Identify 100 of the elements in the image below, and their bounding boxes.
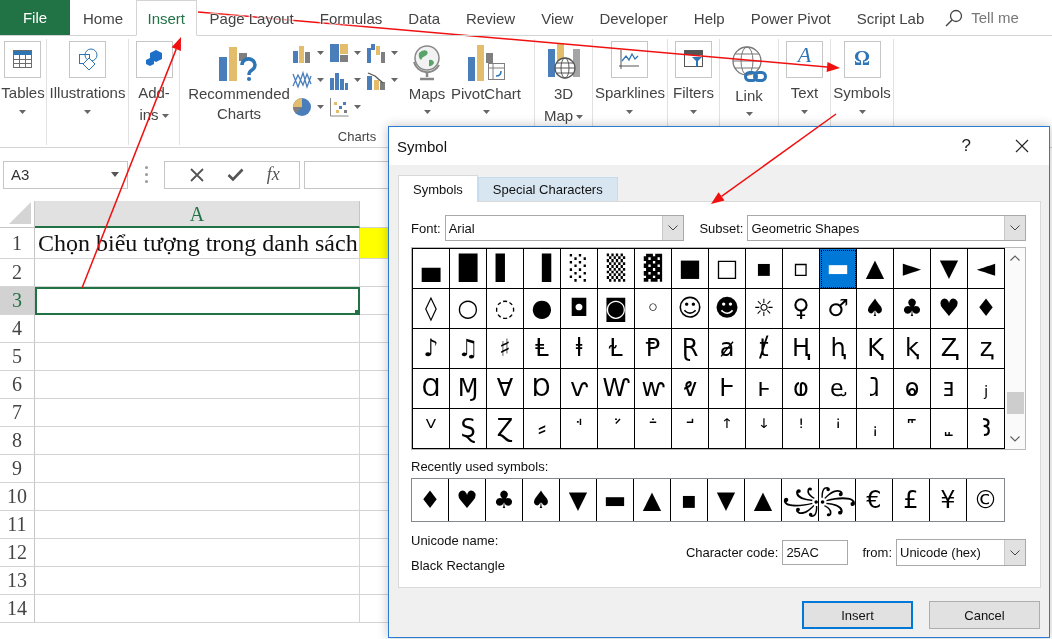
- row-header[interactable]: 7: [0, 399, 35, 427]
- symbol-cell[interactable]: ⱬ: [968, 329, 1005, 369]
- symbol-cell[interactable]: ▲: [634, 479, 671, 521]
- symbol-cell[interactable]: ⱡ: [561, 329, 598, 369]
- symbol-cell[interactable]: ░: [561, 249, 598, 289]
- symbol-cell[interactable]: ⱳ: [635, 369, 672, 409]
- symbol-cell[interactable]: ꜛ: [709, 409, 746, 449]
- symbol-cell[interactable]: ▲: [857, 249, 894, 289]
- file-tab[interactable]: File: [0, 0, 70, 35]
- symbol-cell[interactable]: ꜙ: [635, 409, 672, 449]
- symbol-cell[interactable]: ©: [967, 479, 1004, 521]
- more-icon[interactable]: [145, 166, 148, 183]
- symbol-cell[interactable]: ▌: [487, 249, 524, 289]
- symbol-cell[interactable]: Ɀ: [487, 409, 524, 449]
- ribbon-tab[interactable]: Developer: [586, 0, 681, 36]
- symbol-cell[interactable]: Ⱡ: [524, 329, 561, 369]
- symbol-cell[interactable]: ▪: [671, 479, 708, 521]
- symbol-cell[interactable]: ♠: [523, 479, 560, 521]
- symbol-cell[interactable]: ◘: [561, 289, 598, 329]
- symbol-cell[interactable]: Ⱪ: [857, 329, 894, 369]
- row-header[interactable]: 9: [0, 455, 35, 483]
- search-field[interactable]: Tell me: [971, 9, 1028, 26]
- symbol-cell[interactable]: ⱴ: [672, 369, 709, 409]
- ribbon-tab[interactable]: Review: [453, 0, 529, 36]
- check-icon[interactable]: [227, 168, 244, 181]
- symbol-cell[interactable]: ꜗ: [561, 409, 598, 449]
- symbol-cell[interactable]: ⱱ: [561, 369, 598, 409]
- row-header[interactable]: 4: [0, 315, 35, 343]
- symbol-cell[interactable]: ◙: [598, 289, 635, 329]
- symbol-cell[interactable]: ⱷ: [783, 369, 820, 409]
- row-header[interactable]: 14: [0, 595, 35, 623]
- symbol-cell[interactable]: ◄: [968, 249, 1005, 289]
- symbol-cell[interactable]: €: [856, 479, 893, 521]
- symbol-cell[interactable]: ♣: [894, 289, 931, 329]
- ribbon-tab[interactable]: Power Pivot: [737, 0, 844, 36]
- chevron-up-icon[interactable]: [1010, 255, 1020, 261]
- ribbon-tab[interactable]: Home: [70, 0, 136, 36]
- maps-button[interactable]: Maps: [405, 39, 449, 114]
- symbol-cell[interactable]: Ȿ: [450, 409, 487, 449]
- dialog-button[interactable]: Cancel: [929, 601, 1040, 629]
- symbol-cell[interactable]: ⱹ: [857, 369, 894, 409]
- symbol-cell[interactable]: ⱶ: [746, 369, 783, 409]
- symbol-cell[interactable]: ꜞ: [820, 409, 857, 449]
- symbol-cell[interactable]: ⱽ: [413, 409, 450, 449]
- symbol-cell[interactable]: ▼: [708, 479, 745, 521]
- symbol-cell[interactable]: ▼: [931, 249, 968, 289]
- symbol-cell[interactable]: Ꜣ: [968, 409, 1005, 449]
- symbol-cell[interactable]: ⱺ: [894, 369, 931, 409]
- symbol-cell[interactable]: ▪: [746, 249, 783, 289]
- insert-function-button[interactable]: fx: [266, 164, 280, 185]
- symbol-cell[interactable]: ꜝ: [783, 409, 820, 449]
- symbol-cell[interactable]: ⱻ: [931, 369, 968, 409]
- dialog-tab[interactable]: Symbols: [398, 175, 478, 202]
- subset-dropdown[interactable]: Geometric Shapes: [747, 215, 1026, 241]
- dialog-tab[interactable]: Special Characters: [477, 177, 618, 201]
- symbol-cell[interactable]: ●: [524, 289, 561, 329]
- scrollbar[interactable]: [1005, 248, 1025, 449]
- chevron-down-icon[interactable]: [1010, 436, 1020, 442]
- symbol-cell[interactable]: ▓: [635, 249, 672, 289]
- symbol-cell[interactable]: £: [893, 479, 930, 521]
- symbol-cell[interactable]: Ⱶ: [709, 369, 746, 409]
- symbol-cell[interactable]: ꜟ: [857, 409, 894, 449]
- symbol-cell[interactable]: ⱨ: [820, 329, 857, 369]
- symbol-cell[interactable]: ■: [672, 249, 709, 289]
- symbol-cell[interactable]: ▼: [560, 479, 597, 521]
- sparklines-button[interactable]: Sparklines: [594, 41, 665, 114]
- symbol-cell[interactable]: Ɱ: [450, 369, 487, 409]
- illustrations-button[interactable]: Illustrations: [49, 41, 126, 114]
- ribbon-tab[interactable]: Help: [680, 0, 738, 36]
- symbol-cell[interactable]: ▄: [413, 249, 450, 289]
- cancel-icon[interactable]: [190, 167, 205, 182]
- symbol-cell[interactable]: ꜚ: [672, 409, 709, 449]
- symbol-cell[interactable]: ♯: [487, 329, 524, 369]
- symbol-cell[interactable]: ⸗: [524, 409, 561, 449]
- symbol-cell[interactable]: ♥: [449, 479, 486, 521]
- link-button[interactable]: Link: [730, 41, 768, 116]
- symbol-cell[interactable]: ◦: [635, 289, 672, 329]
- 3d-map-button[interactable]: 3D Map: [541, 41, 586, 127]
- symbol-cell[interactable]: ◊: [413, 289, 450, 329]
- symbol-cell[interactable]: Ᵽ: [635, 329, 672, 369]
- symbol-cell[interactable]: ♪: [413, 329, 450, 369]
- symbol-cell[interactable]: □: [709, 249, 746, 289]
- tables-button[interactable]: Tables: [1, 41, 45, 114]
- symbol-cell[interactable]: ♀: [783, 289, 820, 329]
- character-code-input[interactable]: 25AC: [782, 540, 849, 565]
- ribbon-tab[interactable]: Data: [395, 0, 453, 36]
- font-dropdown[interactable]: Arial: [444, 215, 685, 241]
- symbol-cell[interactable]: ▫: [783, 249, 820, 289]
- symbol-cell[interactable]: ◌: [487, 289, 524, 329]
- symbol-cell[interactable]: ☺: [672, 289, 709, 329]
- symbol-cell[interactable]: ⱼ: [968, 369, 1005, 409]
- search-icon[interactable]: [945, 8, 964, 27]
- symbol-cell[interactable]: ☻: [709, 289, 746, 329]
- symbol-cell[interactable]: ♠: [857, 289, 894, 329]
- row-header[interactable]: 3: [0, 287, 35, 315]
- symbol-cell[interactable]: ꧁: [782, 479, 819, 521]
- ribbon-tab[interactable]: View: [528, 0, 587, 36]
- symbol-cell[interactable]: ♫: [450, 329, 487, 369]
- symbol-cell[interactable]: ꜜ: [746, 409, 783, 449]
- ribbon-tab[interactable]: Script Lab: [843, 0, 938, 36]
